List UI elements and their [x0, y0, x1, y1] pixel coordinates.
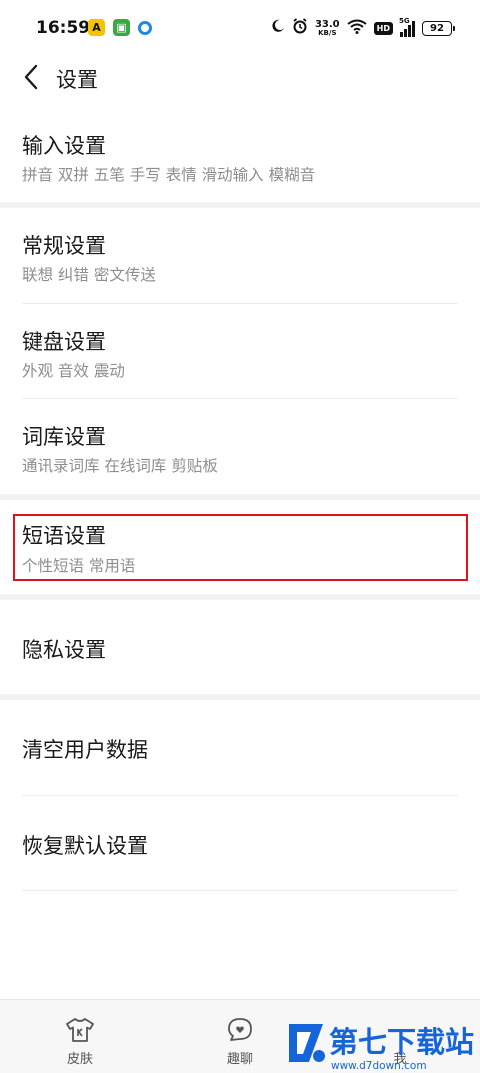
notification-app-icon: A — [88, 19, 105, 36]
settings-item-keyboard[interactable]: 键盘设置 外观 音效 震动 — [0, 304, 480, 398]
settings-item-title: 清空用户数据 — [22, 738, 148, 762]
settings-item-lexicon[interactable]: 词库设置 通讯录词库 在线词库 剪贴板 — [0, 399, 480, 492]
back-button[interactable] — [14, 60, 48, 94]
alarm-icon — [292, 18, 308, 39]
message-app-icon: ▣ — [113, 19, 130, 36]
watermark-title: 第七下载站 — [329, 1025, 474, 1059]
net-speed: 33.0 KB/S — [314, 18, 340, 38]
settings-item-phrase[interactable]: 短语设置 个性短语 常用语 — [0, 502, 480, 594]
watermark: 第七下载站 www.d7down.com — [283, 1018, 480, 1073]
settings-item-subtitle: 通讯录词库 在线词库 剪贴板 — [22, 457, 218, 475]
section-divider — [0, 202, 480, 208]
header: 设置 — [0, 56, 480, 100]
settings-item-clear-data[interactable]: 清空用户数据 — [0, 700, 480, 794]
settings-item-subtitle: 外观 音效 震动 — [22, 362, 125, 380]
page-title: 设置 — [56, 68, 98, 92]
shirt-icon — [65, 1016, 95, 1044]
settings-item-title: 隐私设置 — [22, 638, 106, 662]
status-bar: 16:59 A ▣ 33.0 KB/S HD 5G 92 — [0, 0, 480, 56]
chat-bubble-icon — [225, 1016, 255, 1044]
nav-label: 皮肤 — [66, 1052, 93, 1067]
settings-item-general[interactable]: 常规设置 联想 纠错 密文传送 — [0, 212, 480, 302]
settings-item-subtitle: 联想 纠错 密文传送 — [22, 266, 156, 284]
chevron-left-icon — [24, 64, 38, 90]
settings-item-title: 恢复默认设置 — [22, 834, 148, 858]
battery-level: 92 — [430, 23, 444, 34]
signal-icon: 5G — [399, 17, 415, 37]
settings-item-privacy[interactable]: 隐私设置 — [0, 600, 480, 694]
row-divider — [22, 890, 458, 891]
net-speed-unit: KB/S — [318, 28, 337, 37]
settings-item-title: 词库设置 — [22, 425, 106, 449]
hd-badge: HD — [373, 22, 393, 35]
settings-item-subtitle: 个性短语 常用语 — [22, 557, 136, 575]
battery-icon: 92 — [422, 21, 455, 36]
section-divider — [0, 494, 480, 500]
nav-label: 趣聊 — [226, 1052, 253, 1067]
nav-item-skin[interactable]: 皮肤 — [20, 1000, 140, 1073]
signal-label: 5G — [399, 16, 410, 25]
system-icons: 33.0 KB/S HD 5G 92 — [271, 17, 455, 39]
settings-item-title: 常规设置 — [22, 234, 106, 258]
wifi-icon — [347, 19, 367, 39]
notification-icons: A ▣ — [88, 19, 152, 36]
settings-item-title: 短语设置 — [22, 524, 106, 548]
settings-item-title: 键盘设置 — [22, 330, 106, 354]
settings-item-restore-default[interactable]: 恢复默认设置 — [0, 796, 480, 890]
nav-item-chat[interactable]: 趣聊 — [180, 1000, 300, 1073]
settings-item-input[interactable]: 输入设置 拼音 双拼 五笔 手写 表情 滑动输入 模糊音 — [0, 118, 480, 202]
browser-app-icon — [138, 21, 152, 35]
settings-item-subtitle: 拼音 双拼 五笔 手写 表情 滑动输入 模糊音 — [22, 166, 316, 184]
status-time: 16:59 — [36, 18, 91, 38]
net-speed-value: 33.0 — [314, 18, 340, 30]
moon-icon — [271, 19, 285, 38]
watermark-logo: 第七下载站 www.d7down.com — [289, 1024, 474, 1072]
settings-item-title: 输入设置 — [22, 134, 106, 158]
watermark-url: www.d7down.com — [331, 1060, 427, 1072]
